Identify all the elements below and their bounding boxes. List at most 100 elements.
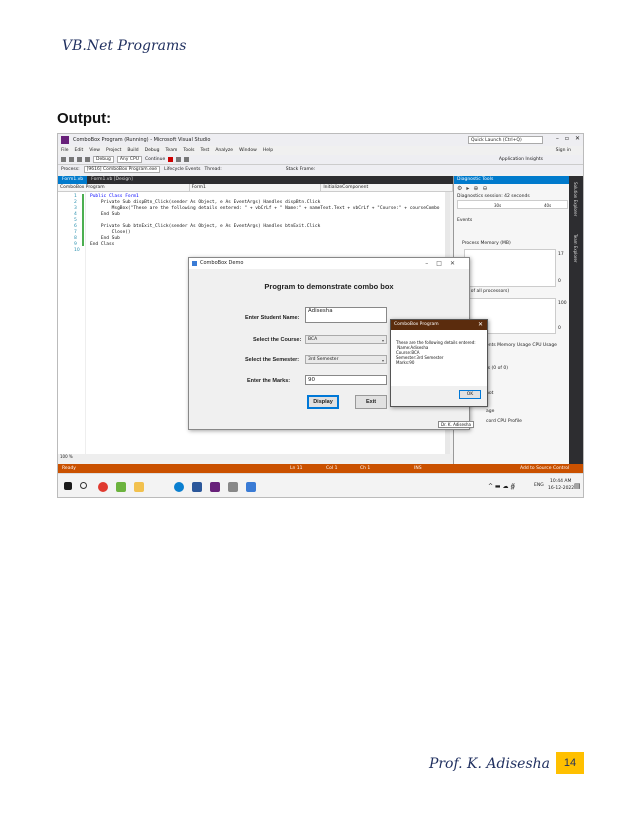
menu-project[interactable]: Project [106, 148, 121, 153]
screenshot: ComboBox Program (Running) - Microsoft V… [57, 133, 584, 498]
student-name-input[interactable]: Adisesha [305, 307, 387, 323]
tab-form1-design[interactable]: Form1.vb [Design] [87, 176, 137, 184]
menu-window[interactable]: Window [239, 148, 257, 153]
platform-select[interactable]: Any CPU [116, 156, 142, 163]
code-line: End Sub [90, 236, 120, 241]
right-dock-tabs: Solution Explorer Team Explorer [569, 176, 583, 464]
search-icon[interactable] [80, 482, 87, 489]
msgbox-text: These are the following details entered:… [396, 340, 476, 365]
record-cpu-profile-button[interactable]: cord CPU Profile [486, 419, 522, 424]
source-control-button[interactable]: Add to Source Control [520, 466, 569, 471]
sign-in-link[interactable]: Sign in [556, 148, 571, 153]
back-icon[interactable] [61, 157, 66, 162]
nav-class-select[interactable]: Form1 [190, 184, 322, 191]
language-indicator[interactable]: ENG [534, 483, 544, 488]
process-select[interactable]: [9616] ComboBox Program.exe [83, 166, 161, 173]
menu-tools[interactable]: Tools [183, 148, 194, 153]
code-line: Private Sub btnExit_Click(sender As Obje… [90, 224, 321, 229]
save-icon[interactable] [77, 157, 82, 162]
solution-explorer-tab[interactable]: Solution Explorer [573, 182, 578, 216]
app-icon[interactable] [116, 482, 126, 492]
semester-combobox[interactable]: 3rd Semester ▾ [305, 355, 387, 364]
pause-icon[interactable] [176, 157, 182, 162]
status-ready: Ready [62, 466, 76, 471]
line-number: 10 [74, 248, 80, 253]
menu-team[interactable]: Team [165, 148, 177, 153]
menu-file[interactable]: File [61, 148, 69, 153]
line-number: 3 [74, 206, 77, 211]
thread-label: Thread: [204, 167, 222, 172]
clock-time: 10:44 AM [550, 479, 572, 484]
config-select[interactable]: Debug [93, 156, 114, 163]
word-icon[interactable] [192, 482, 202, 492]
tab-form1-code[interactable]: Form1.vb [58, 176, 88, 184]
undo-icon[interactable] [85, 157, 90, 162]
exit-button[interactable]: Exit [355, 395, 387, 409]
code-line: End Sub [90, 212, 120, 217]
app-icon[interactable] [228, 482, 238, 492]
zoom-in-icon[interactable]: ⊕ [473, 185, 478, 192]
team-explorer-tab[interactable]: Team Explorer [573, 234, 578, 263]
new-project-icon[interactable] [69, 157, 74, 162]
menu-analyze[interactable]: Analyze [215, 148, 233, 153]
restore-icon[interactable]: ▫ [565, 135, 569, 142]
restart-icon[interactable] [184, 157, 190, 162]
diag-session: Diagnostics session: 42 seconds [457, 194, 530, 199]
memory-min: 0 [558, 279, 561, 284]
clock-date: 16-12-2022 [548, 486, 575, 491]
status-bar: Ready Ln 11 Col 1 Ch 1 INS Add to Source… [58, 464, 583, 473]
tray-icons[interactable]: ^ ▬ ☁ ∯ [488, 483, 515, 490]
quick-launch-input[interactable]: Quick Launch (Ctrl+Q) [468, 136, 543, 144]
windows-start-icon[interactable] [64, 482, 72, 490]
menu-build[interactable]: Build [127, 148, 138, 153]
nav-member-select[interactable]: InitializeComponent [321, 184, 454, 191]
close-icon[interactable]: ✕ [575, 135, 580, 142]
menu-help[interactable]: Help [263, 148, 273, 153]
memory-graph [464, 249, 556, 287]
file-explorer-icon[interactable] [134, 482, 144, 492]
line-number: 8 [74, 236, 77, 241]
minimize-icon[interactable]: – [556, 135, 559, 142]
status-ch: Ch 1 [360, 466, 371, 471]
menu-bar: File Edit View Project Build Debug Team … [58, 146, 583, 155]
visual-studio-icon[interactable] [210, 482, 220, 492]
zoom-out-icon[interactable]: ⊖ [482, 185, 487, 192]
form-window-controls[interactable]: –□✕ [425, 258, 463, 269]
chrome-icon[interactable] [98, 482, 108, 492]
status-line: Ln 11 [290, 466, 303, 471]
marks-input[interactable]: 90 [305, 375, 387, 385]
zoom-level[interactable]: 100 % [58, 454, 453, 460]
menu-edit[interactable]: Edit [75, 148, 84, 153]
stop-icon[interactable] [168, 157, 174, 162]
footer-author: Prof. K. Adisesha [428, 756, 550, 772]
course-combobox[interactable]: BCA ▾ [305, 335, 387, 344]
gear-icon[interactable]: ⚙ [457, 185, 462, 192]
events-count: ts (0 of 0) [486, 366, 508, 371]
cpu-label: % of all processors) [465, 289, 510, 294]
memory-label: Process Memory (MB) [462, 241, 511, 246]
cpu-min: 0 [558, 326, 561, 331]
app-icon[interactable] [246, 482, 256, 492]
line-number: 7 [74, 230, 77, 235]
vs-window-title: ComboBox Program (Running) - Microsoft V… [73, 137, 211, 143]
lifecycle-events[interactable]: Lifecycle Events [164, 167, 200, 172]
select-tools-icon[interactable]: ▸ [466, 185, 469, 192]
line-number: 9 [74, 242, 77, 247]
process-label: Process: [61, 167, 80, 172]
diag-tabs[interactable]: ents Memory Usage CPU Usage [486, 343, 557, 348]
close-icon[interactable]: ✕ [478, 320, 483, 330]
editor-navigation-bar: ComboBox Program Form1 InitializeCompone… [58, 184, 454, 192]
status-ins: INS [414, 466, 422, 471]
notification-icon[interactable]: ▤ [574, 482, 581, 490]
nav-project-select[interactable]: ComboBox Program [58, 184, 190, 191]
display-button[interactable]: Display [307, 395, 339, 409]
menu-test[interactable]: Test [200, 148, 209, 153]
edge-icon[interactable] [174, 482, 184, 492]
app-insights-button[interactable]: Application Insights [499, 157, 543, 162]
menu-view[interactable]: View [89, 148, 100, 153]
debug-location-bar: Process: [9616] ComboBox Program.exe Lif… [58, 165, 583, 174]
menu-debug[interactable]: Debug [145, 148, 160, 153]
continue-button[interactable]: Continue [145, 157, 165, 162]
window-controls: – ▫ ✕ [556, 135, 580, 142]
ok-button[interactable]: OK [459, 390, 481, 399]
